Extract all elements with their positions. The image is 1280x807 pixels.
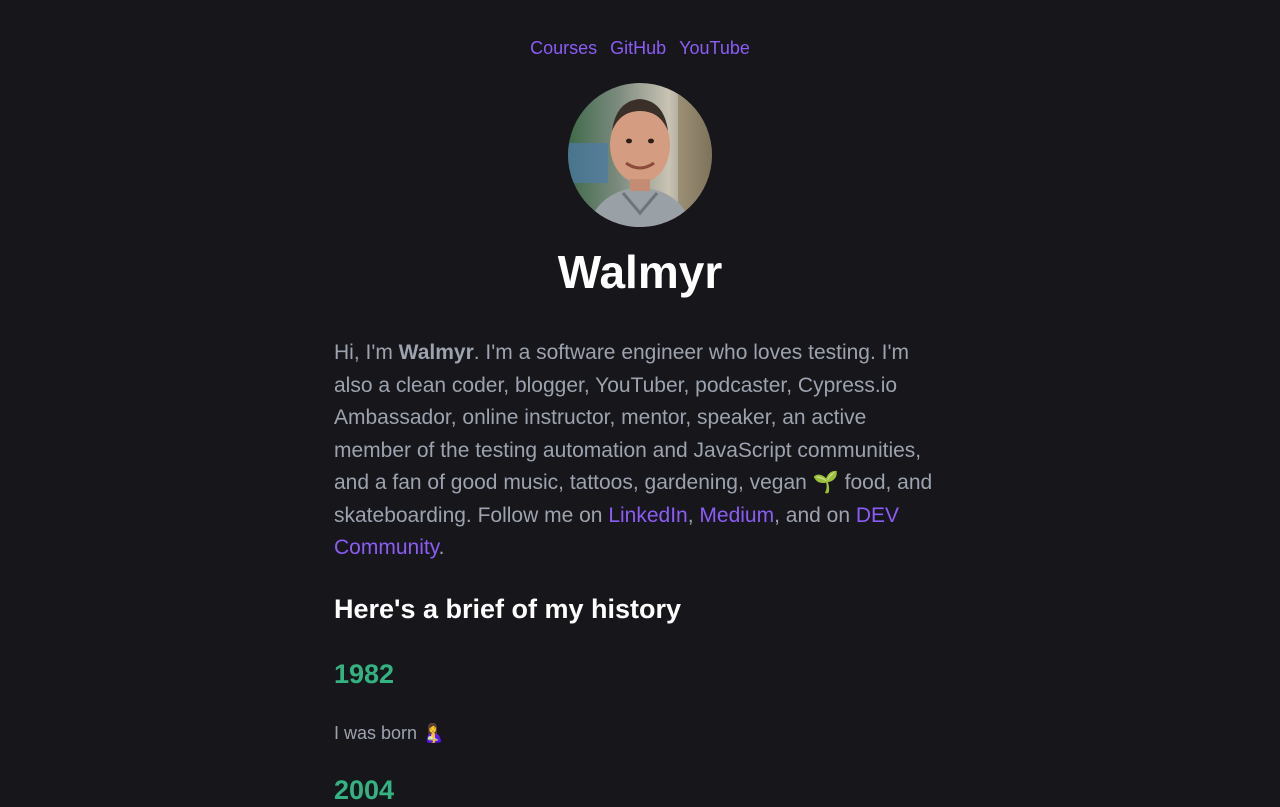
intro-end: . <box>438 536 445 559</box>
nav-link-youtube[interactable]: YouTube <box>679 38 750 58</box>
intro-greeting: Hi, I'm <box>334 341 399 364</box>
history-year: 2004 <box>334 775 395 805</box>
history-heading: Here's a brief of my history <box>334 594 682 624</box>
nav-link-github[interactable]: GitHub <box>610 38 666 58</box>
intro-name: Walmyr <box>398 341 474 364</box>
intro-description: . I'm a software engineer who loves test… <box>334 341 933 527</box>
main-content: Hi, I'm Walmyr. I'm a software engineer … <box>334 337 944 805</box>
intro-separator-1: , <box>687 503 700 527</box>
top-nav: Courses GitHub YouTube <box>0 38 1280 59</box>
page-title: Walmyr <box>557 246 723 298</box>
avatar-photo <box>568 83 712 227</box>
history-event: I was born 🤱 <box>334 723 445 743</box>
medium-link[interactable]: Medium <box>699 504 774 527</box>
intro-paragraph: Hi, I'm Walmyr. I'm a software engineer … <box>334 337 944 565</box>
linkedin-link[interactable]: LinkedIn <box>608 504 687 527</box>
avatar <box>568 83 712 227</box>
history-year: 1982 <box>334 659 395 689</box>
intro-separator-2: , and on <box>774 503 856 527</box>
nav-link-courses[interactable]: Courses <box>530 38 597 58</box>
